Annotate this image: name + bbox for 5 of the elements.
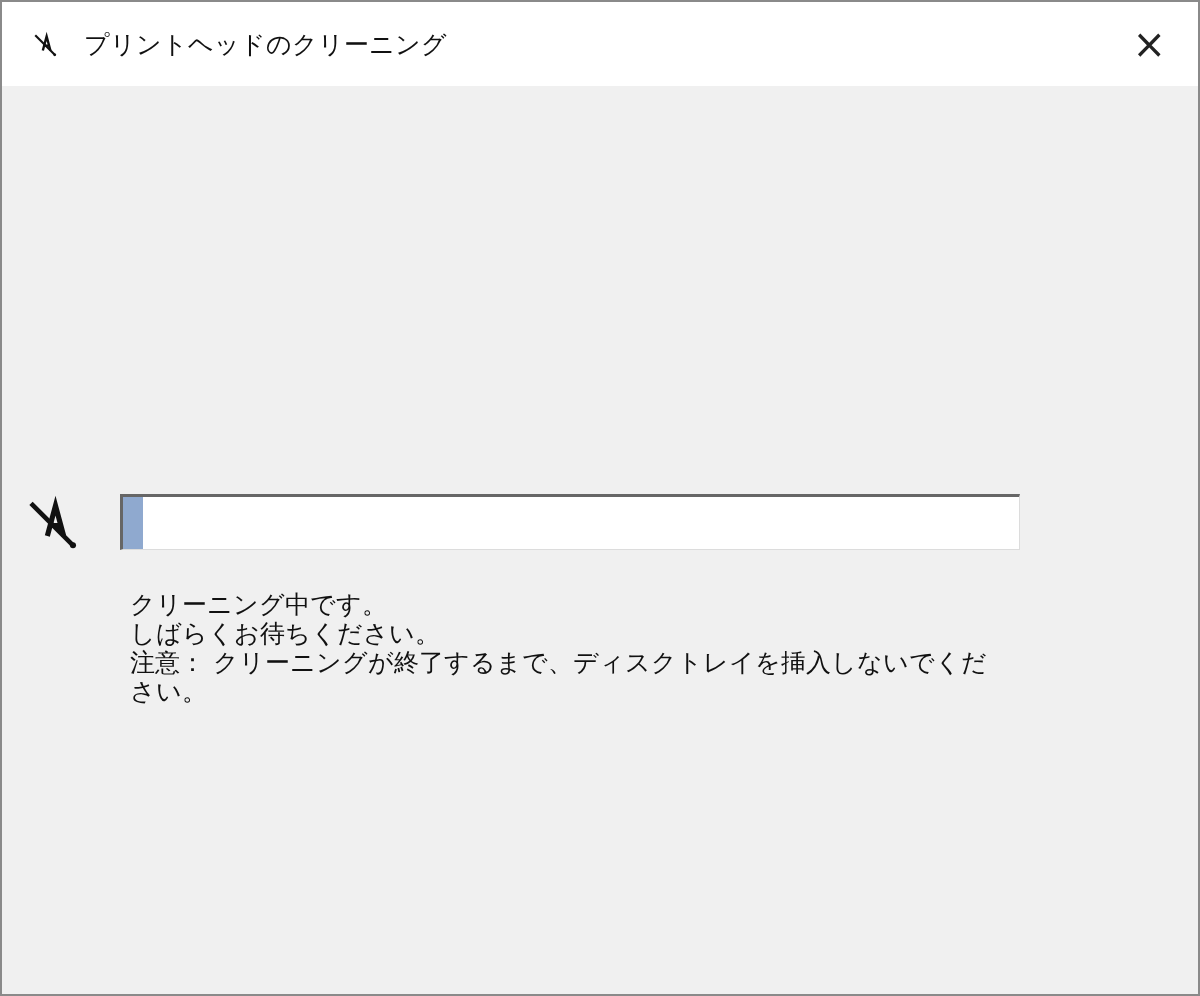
status-message: 注意： クリーニングが終了するまで、ディスクトレイを挿入しないでください。 — [130, 648, 988, 706]
status-message: クリーニング中です。 — [130, 590, 388, 619]
window-title: プリントヘッドのクリーニング — [84, 28, 448, 61]
close-button[interactable]: × — [1126, 24, 1172, 64]
status-message: しばらくお待ちください。 — [130, 619, 441, 648]
